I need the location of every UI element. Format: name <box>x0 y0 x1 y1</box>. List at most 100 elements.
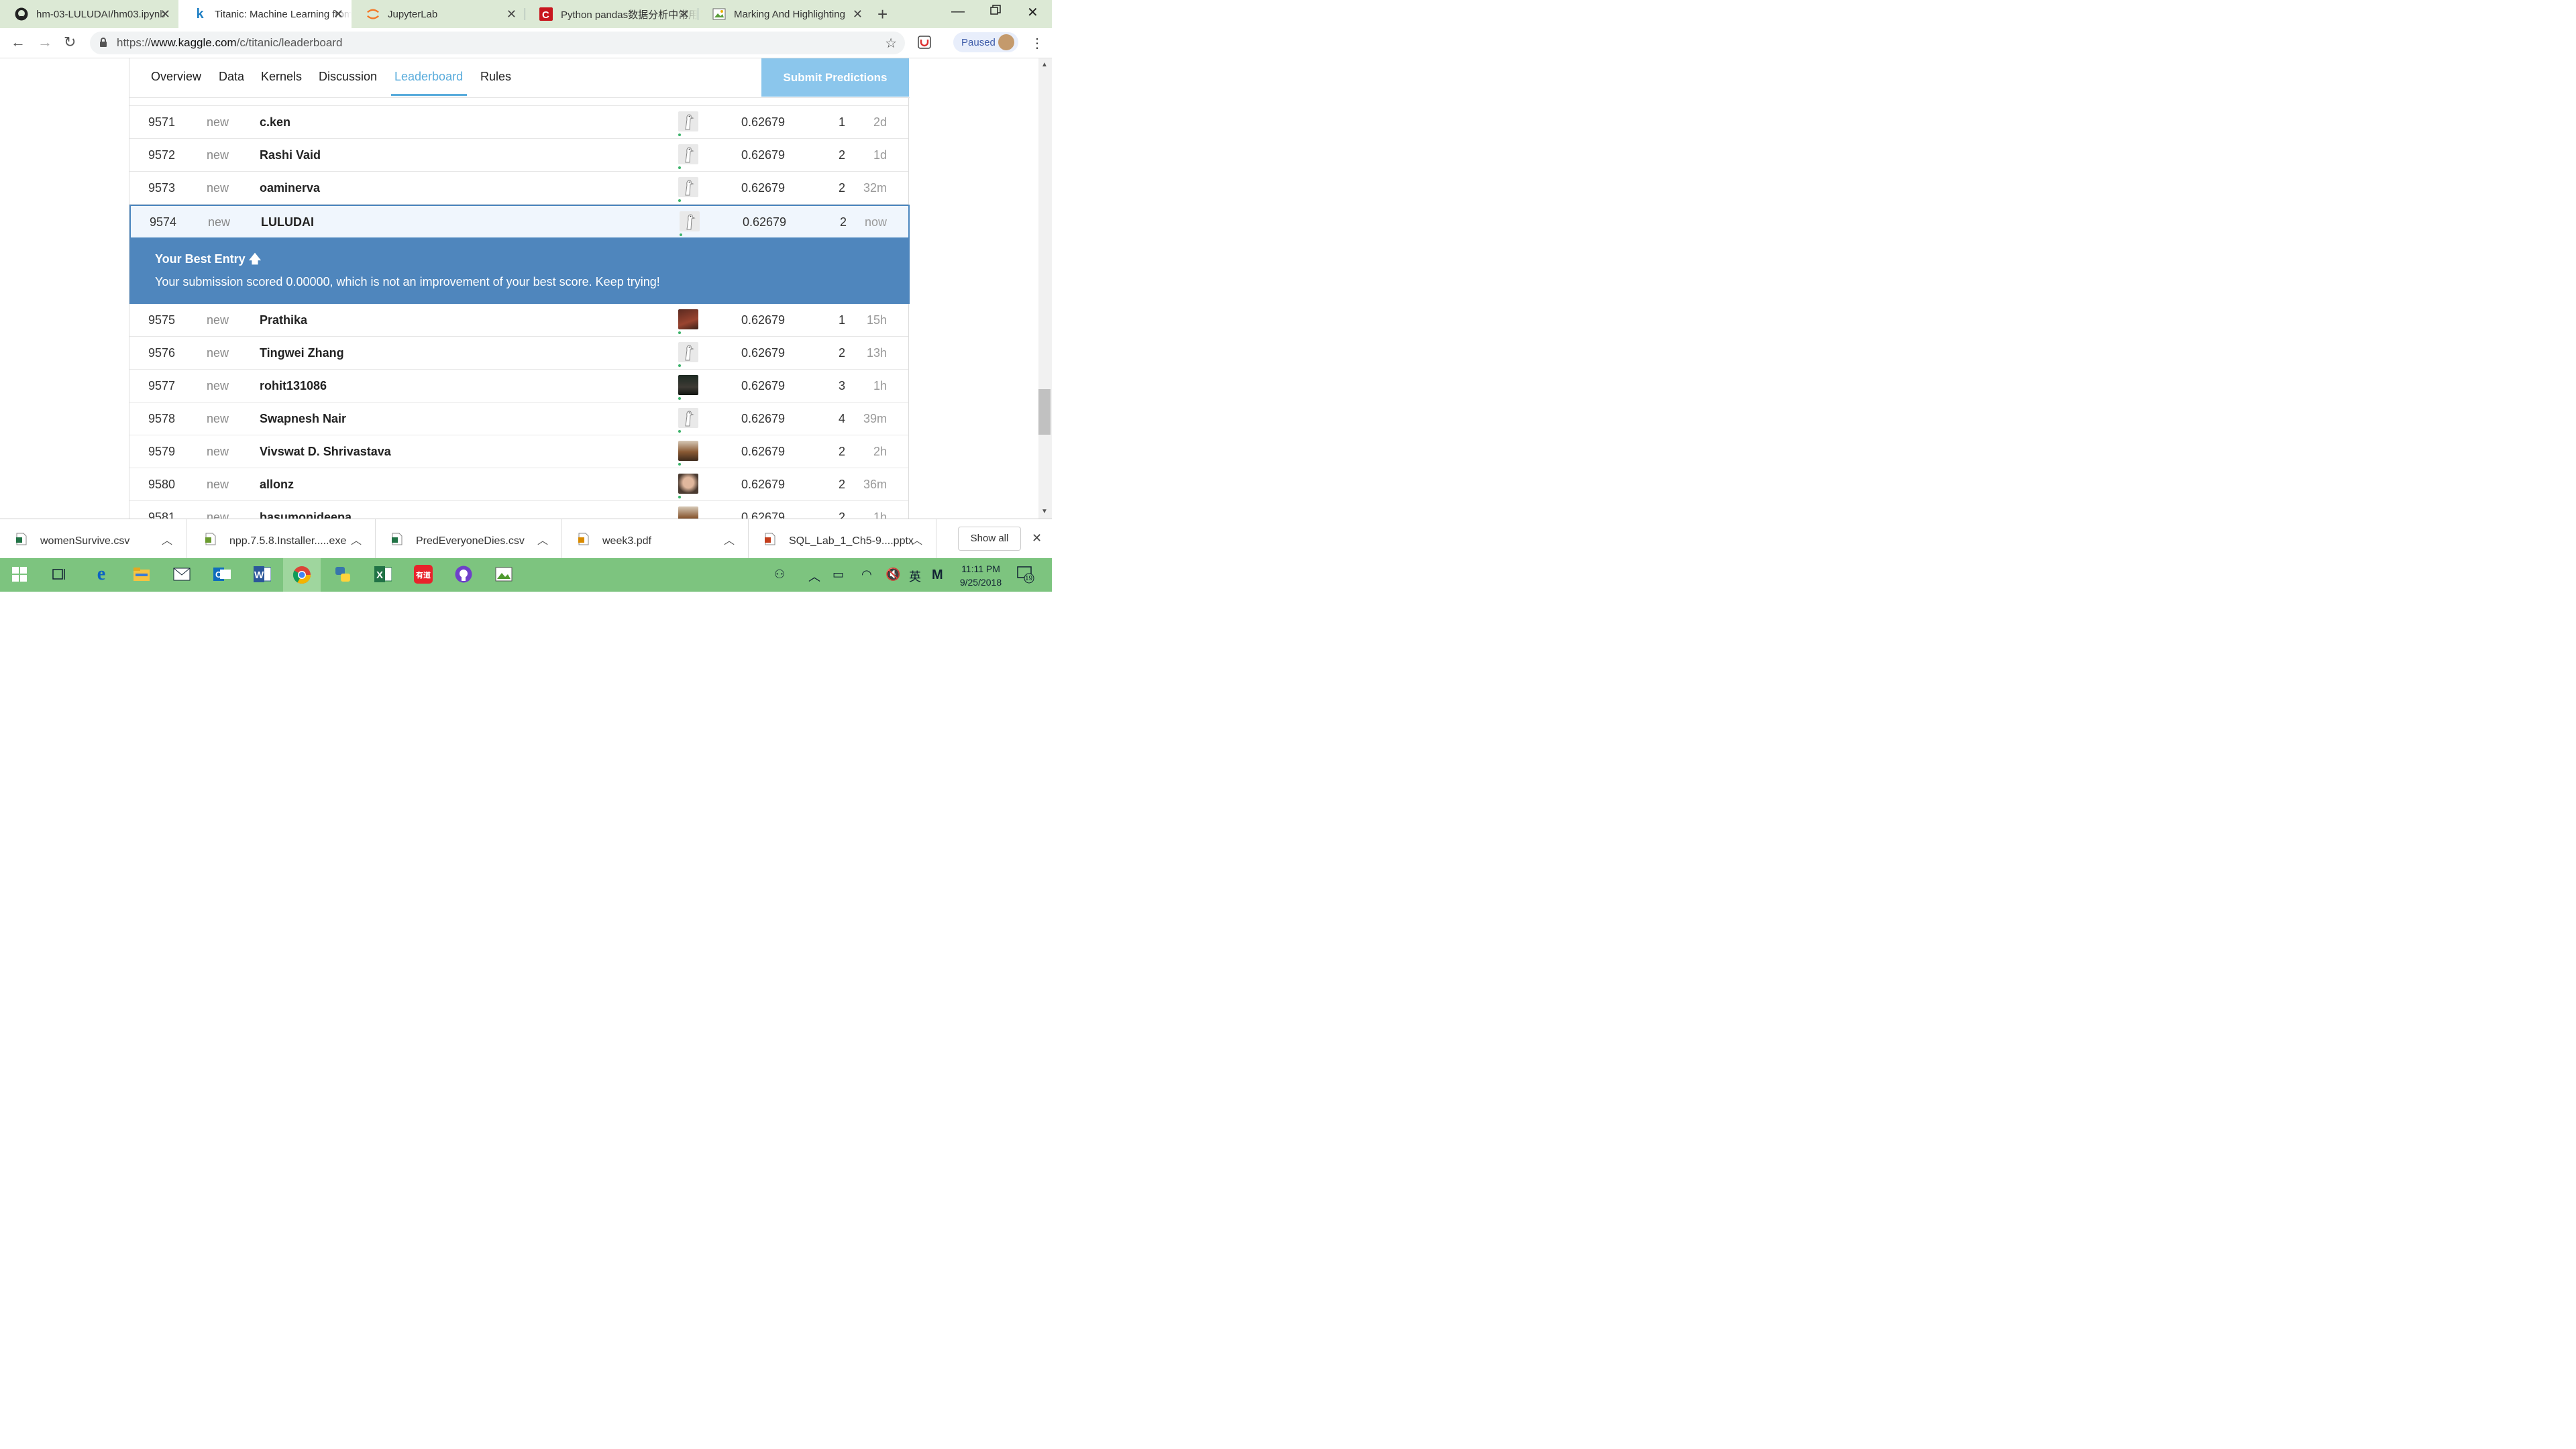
close-tab-icon[interactable]: ✕ <box>680 7 690 21</box>
avatar[interactable] <box>678 144 698 164</box>
chevron-up-icon[interactable]: ︿ <box>912 531 922 547</box>
avatar[interactable] <box>678 111 698 131</box>
team-name[interactable]: Prathika <box>260 313 307 327</box>
tab-kernels[interactable]: Kernels <box>261 70 302 84</box>
battery-icon[interactable]: ▭ <box>833 568 844 582</box>
volume-muted-icon[interactable]: 🔇 <box>885 568 900 582</box>
avatar[interactable] <box>678 474 698 494</box>
profile-paused-button[interactable]: Paused <box>953 32 1018 52</box>
avatar[interactable] <box>678 441 698 461</box>
tab-marking[interactable]: Marking And Highlighting ✕ <box>698 0 871 28</box>
tab-jupyterlab[interactable]: JupyterLab ✕ <box>352 0 525 28</box>
action-center-icon[interactable]: 19 <box>1016 564 1036 584</box>
new-tab-icon[interactable]: + <box>877 4 888 25</box>
close-tab-icon[interactable]: ✕ <box>853 7 863 21</box>
people-icon[interactable]: ⚇ <box>774 568 785 582</box>
edge-icon[interactable]: e <box>91 564 111 584</box>
python-icon[interactable] <box>333 564 353 584</box>
chevron-up-icon[interactable]: ︿ <box>351 531 362 547</box>
download-item[interactable]: npp.7.5.8.Installer.....exe ︿ <box>189 519 376 559</box>
leaderboard-row[interactable]: 9578 new Swapnesh Nair 0.62679 4 39m <box>129 402 908 435</box>
close-tab-icon[interactable]: ✕ <box>506 7 517 21</box>
download-item[interactable]: womenSurvive.csv ︿ <box>0 519 186 559</box>
mail-icon[interactable] <box>172 564 192 584</box>
close-shelf-icon[interactable]: ✕ <box>1032 531 1042 545</box>
chrome-icon[interactable] <box>283 558 321 592</box>
close-tab-icon[interactable]: ✕ <box>333 7 343 21</box>
download-item[interactable]: week3.pdf ︿ <box>562 519 749 559</box>
submit-predictions-button[interactable]: Submit Predictions <box>761 58 909 97</box>
avatar[interactable] <box>678 342 698 362</box>
avatar[interactable] <box>678 506 698 519</box>
leaderboard-row[interactable]: 9576 new Tingwei Zhang 0.62679 2 13h <box>129 337 908 370</box>
page-scrollbar[interactable]: ▲ ▼ <box>1038 58 1052 519</box>
youdao-dictionary-icon[interactable]: 有道 <box>413 564 433 584</box>
avatar[interactable] <box>678 375 698 395</box>
restore-icon[interactable] <box>990 4 1001 19</box>
leaderboard-row[interactable]: 9572 new Rashi Vaid 0.62679 2 1d <box>129 139 908 172</box>
tab-overview[interactable]: Overview <box>151 70 201 84</box>
browser-menu-icon[interactable]: ⋮ <box>1030 35 1044 52</box>
word-icon[interactable]: W <box>252 564 272 584</box>
team-name[interactable]: LULUDAI <box>261 215 314 229</box>
leaderboard-row[interactable]: 9581 new basumonideepa 0.62679 2 1h <box>129 501 908 519</box>
team-name[interactable]: Vivswat D. Shrivastava <box>260 445 391 459</box>
reload-icon[interactable]: ↻ <box>64 34 76 51</box>
team-name[interactable]: Swapnesh Nair <box>260 412 346 426</box>
leaderboard-row[interactable]: 9577 new rohit131086 0.62679 3 1h <box>129 370 908 402</box>
avatar[interactable] <box>678 408 698 428</box>
forward-icon[interactable]: → <box>38 34 52 51</box>
system-clock[interactable]: 11:11 PM 9/25/2018 <box>958 562 1004 589</box>
tab-kaggle[interactable]: k Titanic: Machine Learning from Disaste… <box>178 0 352 28</box>
chevron-up-icon[interactable]: ︿ <box>162 531 172 547</box>
minimize-icon[interactable]: — <box>951 4 965 19</box>
leaderboard-row[interactable]: 9579 new Vivswat D. Shrivastava 0.62679 2 2h <box>129 435 908 468</box>
windows-start-icon[interactable] <box>9 564 30 584</box>
chevron-up-icon[interactable]: ︿ <box>537 531 548 547</box>
leaderboard-row[interactable]: 9575 new Prathika 0.62679 1 15h <box>129 304 908 337</box>
my-leaderboard-row[interactable]: 9574 new LULUDAI 0.62679 2 now <box>129 205 910 239</box>
team-name[interactable]: Rashi Vaid <box>260 148 321 162</box>
tab-data[interactable]: Data <box>219 70 244 84</box>
close-window-icon[interactable]: ✕ <box>1027 4 1038 21</box>
wifi-icon[interactable]: ◠ <box>861 568 872 582</box>
avatar[interactable] <box>678 177 698 197</box>
download-item[interactable]: PredEveryoneDies.csv ︿ <box>376 519 562 559</box>
tab-github[interactable]: hm-03-LULUDAI/hm03.ipynb ✕ <box>0 0 178 28</box>
tab-rules[interactable]: Rules <box>480 70 511 84</box>
leaderboard-row[interactable]: 9573 new oaminerva 0.62679 2 32m <box>129 172 908 205</box>
paint-image-icon[interactable] <box>494 564 514 584</box>
team-name[interactable]: c.ken <box>260 115 290 129</box>
excel-icon[interactable]: X <box>373 564 393 584</box>
close-tab-icon[interactable]: ✕ <box>160 7 170 21</box>
scroll-up-icon[interactable]: ▲ <box>1041 61 1048 68</box>
tab-csdn[interactable]: C Python pandas数据分析中常用方法 ✕ <box>525 0 698 28</box>
outlook-icon[interactable]: O <box>212 564 232 584</box>
show-all-downloads-button[interactable]: Show all <box>958 527 1021 551</box>
chevron-up-icon[interactable]: ︿ <box>724 531 735 547</box>
tab-discussion[interactable]: Discussion <box>319 70 377 84</box>
input-method-m-icon[interactable]: M <box>932 568 943 583</box>
team-name[interactable]: Tingwei Zhang <box>260 346 344 360</box>
back-icon[interactable]: ← <box>11 34 25 51</box>
file-explorer-icon[interactable] <box>131 564 152 584</box>
scrollbar-thumb[interactable] <box>1038 389 1051 435</box>
bookmark-star-icon[interactable]: ☆ <box>885 35 897 52</box>
task-view-icon[interactable] <box>50 564 70 584</box>
team-name[interactable]: oaminerva <box>260 181 320 195</box>
tab-leaderboard[interactable]: Leaderboard <box>394 70 463 84</box>
leaderboard-row[interactable]: 9580 new allonz 0.62679 2 36m <box>129 468 908 501</box>
leaderboard-row[interactable]: 9571 new c.ken 0.62679 1 2d <box>129 106 908 139</box>
download-item[interactable]: SQL_Lab_1_Ch5-9....pptx ︿ <box>749 519 936 559</box>
team-name[interactable]: basumonideepa <box>260 511 352 519</box>
github-desktop-icon[interactable] <box>453 564 474 584</box>
extension-icon[interactable] <box>918 36 931 52</box>
team-name[interactable]: rohit131086 <box>260 379 327 393</box>
avatar[interactable] <box>680 211 700 231</box>
avatar[interactable] <box>678 309 698 329</box>
scroll-down-icon[interactable]: ▼ <box>1041 508 1048 515</box>
team-name[interactable]: allonz <box>260 478 294 492</box>
show-hidden-icons-icon[interactable]: ︿ <box>808 568 820 585</box>
input-language[interactable]: 英 <box>909 568 921 585</box>
address-bar[interactable]: https://www.kaggle.com/c/titanic/leaderb… <box>90 32 905 54</box>
